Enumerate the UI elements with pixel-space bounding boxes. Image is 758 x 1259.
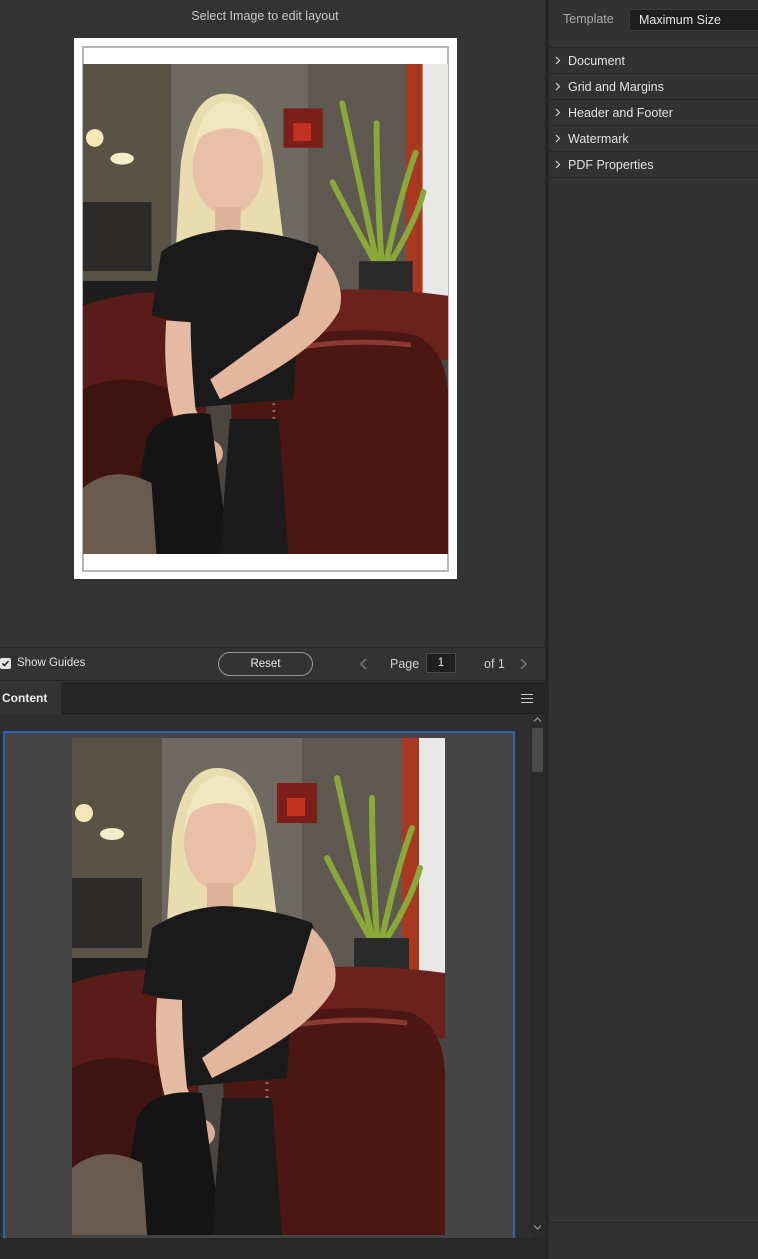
preview-toolbar: Show Guides Reset Page of 1: [0, 647, 545, 681]
show-guides-checkbox[interactable]: [0, 658, 11, 669]
previous-page-icon[interactable]: [357, 654, 371, 674]
chevron-right-icon: [555, 56, 561, 65]
preview-title: Select Image to edit layout: [191, 9, 339, 23]
section-header-and-footer-label: Header and Footer: [568, 106, 673, 120]
panel-menu-icon[interactable]: [521, 694, 533, 703]
divider: [549, 1222, 758, 1223]
scroll-up-icon[interactable]: [533, 716, 542, 723]
layout-preview-pane: Select Image to edit layout Show Guides …: [0, 0, 545, 1259]
tab-content-label: Content: [2, 691, 48, 705]
section-document[interactable]: Document: [549, 48, 758, 74]
section-grid-and-margins-label: Grid and Margins: [568, 80, 664, 94]
show-guides-label[interactable]: Show Guides: [17, 657, 85, 669]
scroll-down-icon[interactable]: [533, 1224, 542, 1231]
chevron-right-icon: [555, 108, 561, 117]
layout-settings-pane: Template Maximum Size Document Grid and …: [549, 0, 758, 1259]
scrollbar-thumb[interactable]: [532, 728, 543, 772]
next-page-icon[interactable]: [516, 654, 530, 674]
chevron-right-icon: [555, 160, 561, 169]
section-document-label: Document: [568, 54, 625, 68]
page-label: Page: [390, 657, 420, 671]
chevron-right-icon: [555, 82, 561, 91]
tab-content[interactable]: Content: [0, 682, 61, 714]
content-image[interactable]: [72, 738, 445, 1235]
page-number-input[interactable]: [426, 653, 456, 673]
section-pdf-properties[interactable]: PDF Properties: [549, 152, 758, 178]
section-watermark-label: Watermark: [568, 132, 629, 146]
template-dropdown[interactable]: Maximum Size: [629, 9, 758, 31]
content-vertical-scrollbar[interactable]: [530, 714, 545, 1238]
content-horizontal-scrollbar[interactable]: [0, 1238, 545, 1259]
section-watermark[interactable]: Watermark: [549, 126, 758, 152]
section-pdf-properties-label: PDF Properties: [568, 158, 654, 172]
reset-button[interactable]: Reset: [218, 652, 313, 676]
page-preview-image[interactable]: [83, 64, 448, 554]
settings-sections: Document Grid and Margins Header and Foo…: [549, 48, 758, 178]
chevron-right-icon: [555, 134, 561, 143]
template-label: Template: [563, 12, 614, 26]
page-count-label: of 1: [484, 657, 505, 671]
section-header-and-footer[interactable]: Header and Footer: [549, 100, 758, 126]
content-panel-header: Content: [0, 682, 545, 714]
section-grid-and-margins[interactable]: Grid and Margins: [549, 74, 758, 100]
